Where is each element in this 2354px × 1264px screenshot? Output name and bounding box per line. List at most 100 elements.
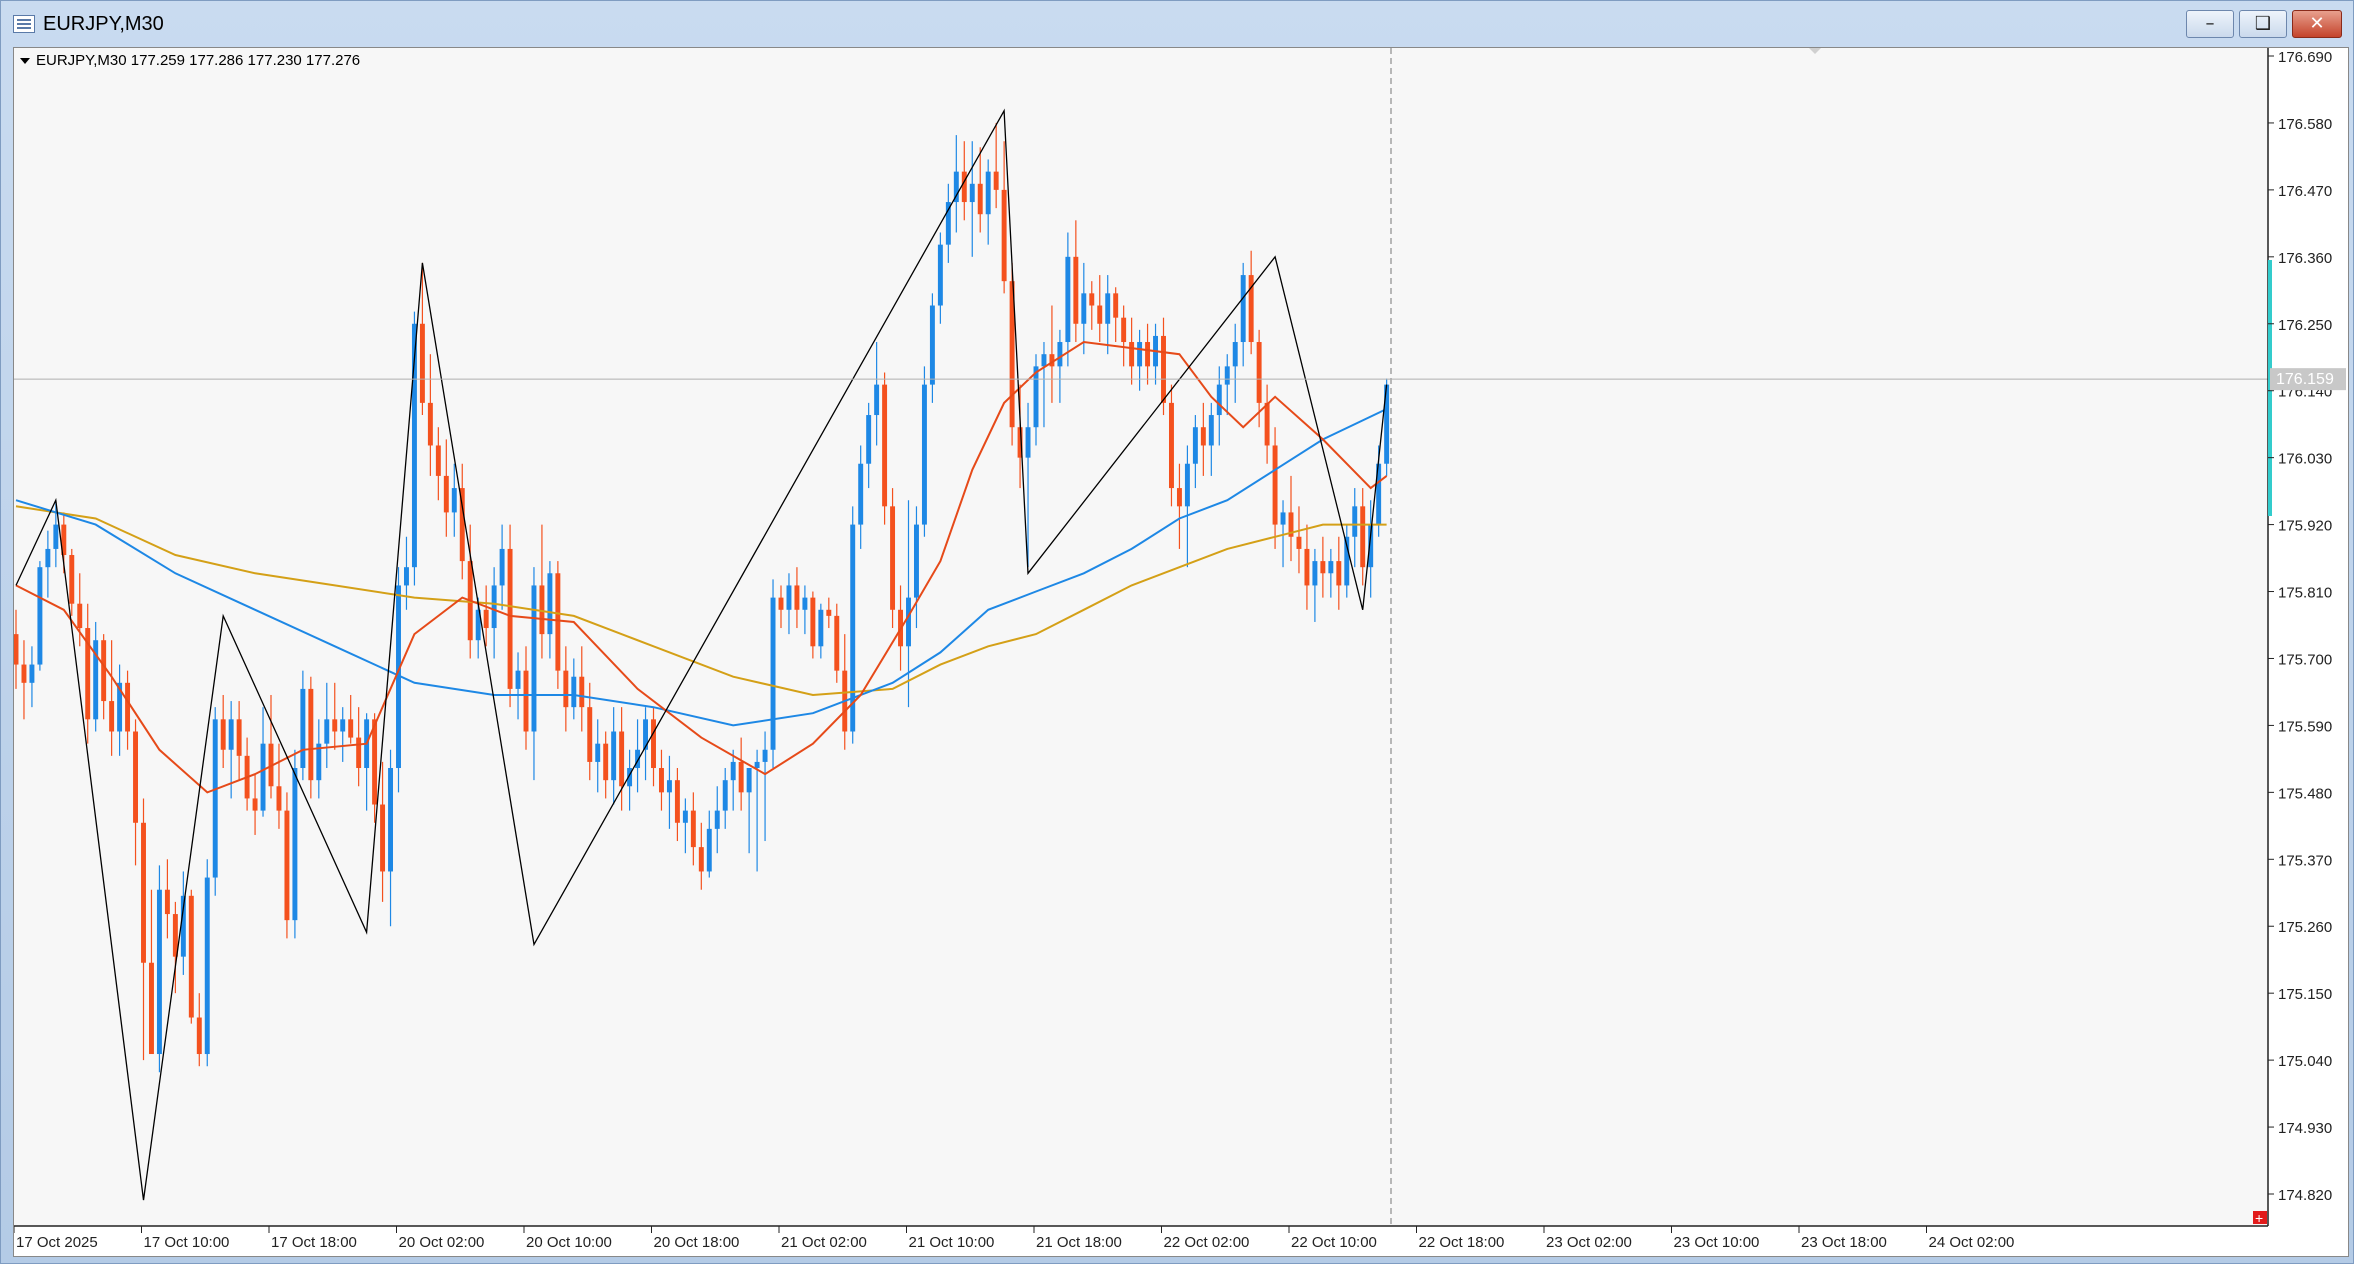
candle: [921, 366, 927, 537]
candle-body: [284, 810, 290, 921]
candle-body: [148, 962, 154, 1055]
candle-body: [961, 171, 967, 203]
y-tick-label: 176.580: [2278, 116, 2332, 133]
chart-area[interactable]: 176.690 176.580 176.470 176.360 176.250 176.1…: [13, 47, 2349, 1257]
candle-body: [643, 719, 649, 750]
x-tick-label: 22 Oct 10:00: [1291, 1234, 1377, 1251]
candle-body: [762, 749, 768, 762]
candle-body: [1129, 342, 1135, 367]
y-tick-label: 175.370: [2278, 852, 2332, 869]
scroll-end-icon[interactable]: +: [2253, 1210, 2267, 1226]
candle-body: [419, 323, 425, 403]
candle-body: [1320, 561, 1326, 574]
x-tick-label: 17 Oct 10:00: [144, 1234, 230, 1251]
candle-body: [53, 524, 59, 549]
candle-body: [125, 682, 131, 732]
candle-body: [77, 603, 83, 629]
candle-body: [308, 688, 314, 781]
y-tick-label: 175.920: [2278, 518, 2332, 535]
candle-body: [1033, 366, 1039, 428]
candle-body: [29, 664, 35, 683]
candle-body: [332, 719, 338, 732]
candle-body: [1073, 256, 1079, 324]
candle-body: [866, 415, 872, 464]
candle-body: [228, 719, 234, 750]
candle-body: [1081, 293, 1087, 324]
candle-body: [698, 847, 704, 872]
candle-body: [1360, 506, 1366, 568]
chart-header: EURJPY,M30 177.259 177.286 177.230 177.2…: [20, 52, 360, 69]
x-tick-label: 17 Oct 2025: [16, 1234, 98, 1251]
close-icon: ✕: [2309, 13, 2325, 34]
title-bar[interactable]: EURJPY,M30 – ❑ ✕: [1, 1, 2353, 47]
candle: [308, 676, 314, 799]
x-tick-label: 21 Oct 02:00: [781, 1234, 867, 1251]
candle-body: [372, 719, 378, 805]
price-chart[interactable]: 176.690 176.580 176.470 176.360 176.250 176.1…: [13, 48, 2348, 1256]
candle-body: [380, 804, 386, 872]
y-tick-label: 175.150: [2278, 986, 2332, 1003]
candle-body: [388, 768, 394, 872]
candle-body: [1025, 427, 1031, 458]
candle-body: [1097, 305, 1103, 324]
candle-body: [810, 597, 816, 647]
plot-background: [14, 48, 2268, 1226]
candle-body: [1336, 561, 1342, 586]
candle-body: [220, 719, 226, 750]
candle-body: [1168, 402, 1174, 489]
candle-body: [1264, 402, 1270, 446]
candle-body: [196, 1017, 202, 1055]
candle: [204, 859, 210, 1067]
candle: [850, 506, 856, 744]
candle-body: [913, 524, 919, 598]
y-tick-label: 175.700: [2278, 651, 2332, 668]
y-tick-label: 175.260: [2278, 919, 2332, 936]
y-tick-label: 176.470: [2278, 183, 2332, 200]
candle: [156, 865, 162, 1073]
candle-body: [37, 567, 43, 665]
candle-body: [236, 719, 242, 756]
candle-body: [1161, 335, 1166, 403]
candle-body: [1272, 445, 1278, 525]
candle-body: [794, 585, 800, 610]
candle-body: [531, 585, 537, 732]
close-button[interactable]: ✕: [2292, 10, 2342, 38]
candle-body: [882, 384, 888, 507]
candle-body: [1065, 256, 1071, 343]
x-tick-label: 22 Oct 02:00: [1164, 1234, 1250, 1251]
y-tick-label: 175.810: [2278, 585, 2332, 602]
candle-body: [101, 640, 107, 702]
candle-body: [1192, 427, 1198, 464]
candle-body: [523, 670, 529, 732]
candle-body: [1224, 366, 1230, 385]
candle-body: [1296, 536, 1302, 549]
candle-body: [977, 183, 983, 215]
candle-body: [890, 506, 896, 610]
candle-body: [682, 810, 688, 823]
candle-body: [706, 828, 712, 872]
y-tick-label: 174.820: [2278, 1187, 2332, 1204]
candle-body: [356, 737, 362, 769]
candle: [555, 561, 561, 689]
candle-body: [651, 719, 656, 769]
candle-body: [722, 780, 728, 811]
y-tick-label: 175.040: [2278, 1053, 2332, 1070]
candle-body: [133, 731, 139, 823]
candle-body: [906, 597, 911, 647]
candle-body: [1137, 342, 1143, 367]
x-tick-label: 20 Oct 10:00: [526, 1234, 612, 1251]
y-tick-label: 176.360: [2278, 250, 2332, 267]
candle-body: [109, 701, 115, 732]
x-tick-label: 20 Oct 18:00: [654, 1234, 740, 1251]
minimize-button[interactable]: –: [2186, 10, 2234, 38]
candle-body: [555, 573, 561, 671]
candle-body: [754, 761, 760, 769]
candle-body: [874, 384, 880, 416]
candle-body: [1328, 561, 1334, 574]
candle-body: [802, 597, 808, 610]
candle-body: [324, 719, 330, 744]
candle-body: [563, 670, 569, 708]
candle-body: [547, 573, 553, 635]
candle-body: [571, 676, 577, 708]
restore-button[interactable]: ❑: [2239, 10, 2287, 38]
